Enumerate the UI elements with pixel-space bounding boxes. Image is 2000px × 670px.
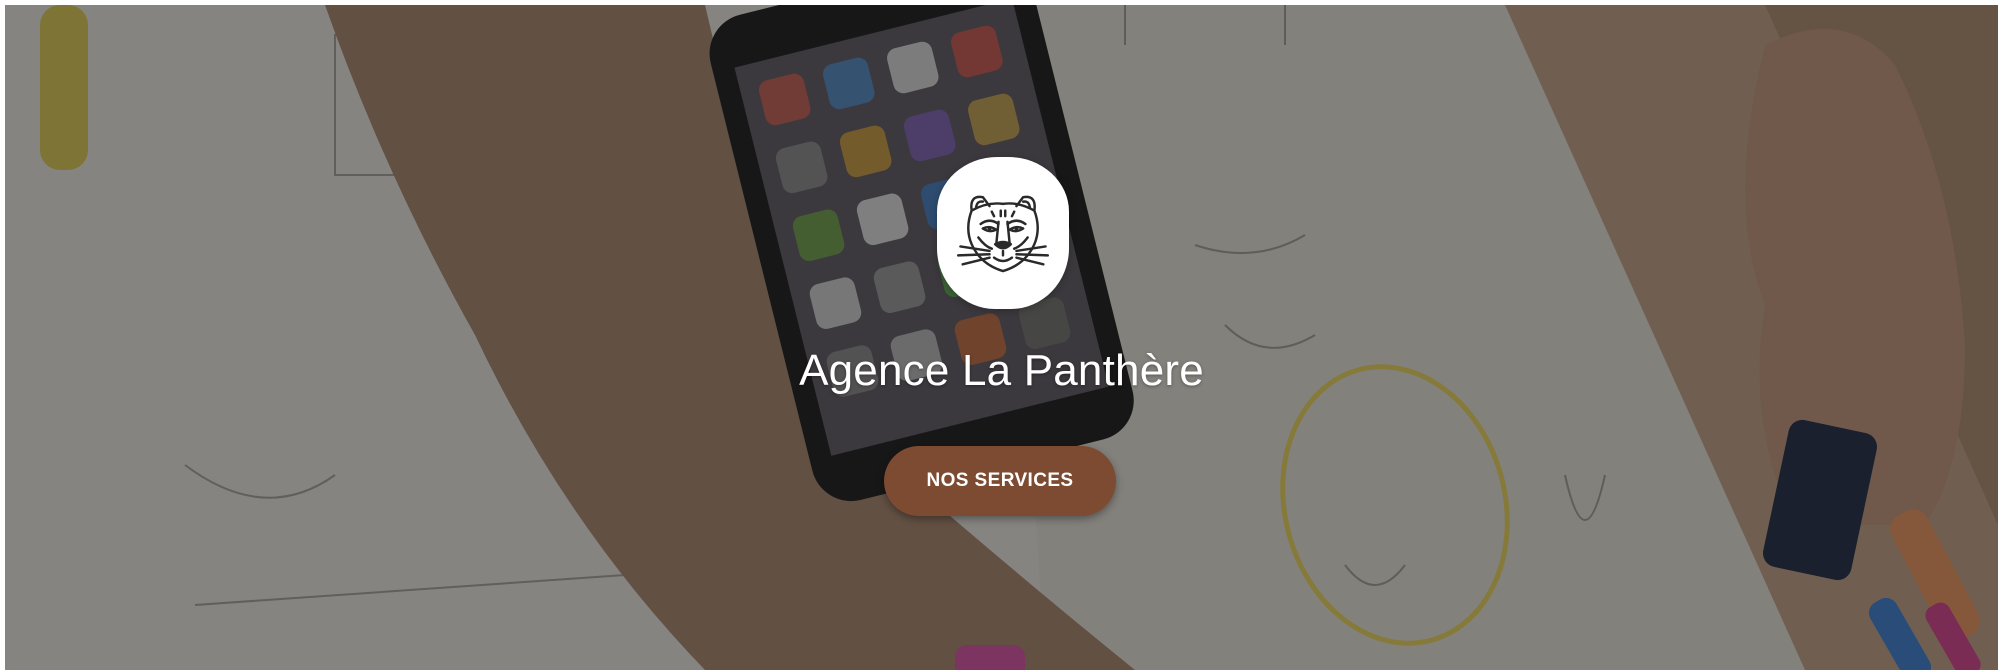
page: Agence La Panthère NOS SERVICES bbox=[0, 0, 2000, 670]
nos-services-button[interactable]: NOS SERVICES bbox=[884, 446, 1116, 516]
hero-dark-overlay bbox=[5, 5, 1998, 670]
agency-logo bbox=[937, 157, 1069, 309]
hero-banner: Agence La Panthère NOS SERVICES bbox=[5, 5, 1998, 670]
panther-head-icon bbox=[956, 195, 1050, 273]
hero-title: Agence La Panthère bbox=[799, 346, 1204, 395]
